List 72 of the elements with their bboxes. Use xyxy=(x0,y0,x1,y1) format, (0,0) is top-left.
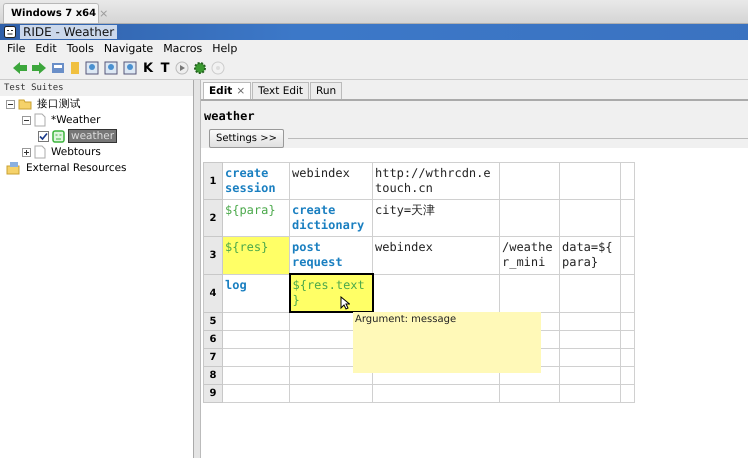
robot-icon xyxy=(52,130,65,142)
test-name: weather xyxy=(203,108,256,123)
row-number: 4 xyxy=(204,274,222,312)
gear-icon[interactable] xyxy=(192,60,208,76)
stop-icon[interactable] xyxy=(211,61,225,75)
grid-cell[interactable]: city=天津 xyxy=(372,200,500,236)
row-number: 1 xyxy=(204,162,222,200)
file-icon xyxy=(34,145,46,159)
grid-cell[interactable] xyxy=(500,162,560,200)
grid-cell[interactable]: webindex xyxy=(290,162,372,200)
grid-cell[interactable]: /weather_mini xyxy=(500,236,560,274)
grid-cell[interactable]: webindex xyxy=(372,236,500,274)
menu-item[interactable]: Navigate xyxy=(98,42,158,55)
robot-icon xyxy=(4,26,16,38)
menu-item[interactable]: Tools xyxy=(62,42,99,55)
checkbox[interactable] xyxy=(38,130,49,142)
grid-cell[interactable] xyxy=(560,162,620,200)
grid-cell[interactable]: post request xyxy=(290,236,372,274)
grid-cell[interactable] xyxy=(620,274,634,312)
grid-cell[interactable]: create dictionary xyxy=(290,200,372,236)
tab[interactable]: Run xyxy=(310,82,342,99)
row-number: 3 xyxy=(204,236,222,274)
forward-arrow-icon[interactable] xyxy=(31,61,47,75)
row-number: 6 xyxy=(204,330,222,348)
grid-cell[interactable] xyxy=(620,200,634,236)
menu-item[interactable]: Edit xyxy=(30,42,62,55)
grid-cell[interactable]: http://wthrcdn.etouch.cn xyxy=(372,162,500,200)
expand-icon[interactable] xyxy=(22,148,31,156)
resources-icon xyxy=(6,161,21,175)
toolbar-letter-button[interactable]: K xyxy=(141,60,155,76)
collapse-icon[interactable] xyxy=(22,116,31,124)
menu-item[interactable]: Help xyxy=(207,42,242,55)
grid-cell[interactable] xyxy=(620,162,634,200)
row-number: 9 xyxy=(204,384,222,402)
row-number: 2 xyxy=(204,200,222,236)
settings-button[interactable]: Settings >> xyxy=(209,129,284,148)
close-icon[interactable]: × xyxy=(236,85,246,97)
menu-item[interactable]: File xyxy=(2,42,30,55)
tree-item[interactable]: Webtours xyxy=(49,146,103,158)
grid-cell[interactable] xyxy=(560,274,620,312)
document-icon[interactable] xyxy=(122,61,138,75)
mouse-pointer-icon xyxy=(340,296,350,310)
grid-cell[interactable]: log xyxy=(222,274,290,312)
grid-cell[interactable] xyxy=(500,200,560,236)
grid-cell[interactable] xyxy=(560,200,620,236)
tree-item[interactable]: 接口测试 xyxy=(35,97,83,111)
row-number: 5 xyxy=(204,312,222,330)
row-number: 7 xyxy=(204,348,222,366)
back-arrow-icon[interactable] xyxy=(12,61,28,75)
tab[interactable]: Text Edit xyxy=(252,82,310,99)
tree-item[interactable]: External Resources xyxy=(24,162,129,174)
row-number: 8 xyxy=(204,366,222,384)
document-icon[interactable] xyxy=(103,61,119,75)
grid-cell[interactable] xyxy=(500,274,560,312)
folder-icon[interactable] xyxy=(69,61,81,75)
open-icon[interactable] xyxy=(50,61,66,75)
file-icon xyxy=(34,113,46,127)
grid-cell[interactable] xyxy=(372,274,500,312)
toolbar-letter-button[interactable]: T xyxy=(158,60,172,76)
tooltip: Argument: message xyxy=(353,312,541,373)
window-title: RIDE - Weather xyxy=(20,25,118,39)
tab[interactable]: Edit × xyxy=(203,82,252,99)
collapse-icon[interactable] xyxy=(6,100,15,108)
grid-cell[interactable]: create session xyxy=(222,162,290,200)
play-icon[interactable] xyxy=(175,61,189,75)
grid-cell[interactable]: data=${para} xyxy=(560,236,620,274)
panel-title: Test Suites xyxy=(0,80,193,96)
menu-item[interactable]: Macros xyxy=(158,42,208,55)
document-icon[interactable] xyxy=(84,61,100,75)
tree-item[interactable]: *Weather xyxy=(49,114,102,126)
folder-icon xyxy=(18,98,32,110)
grid-cell[interactable] xyxy=(620,236,634,274)
